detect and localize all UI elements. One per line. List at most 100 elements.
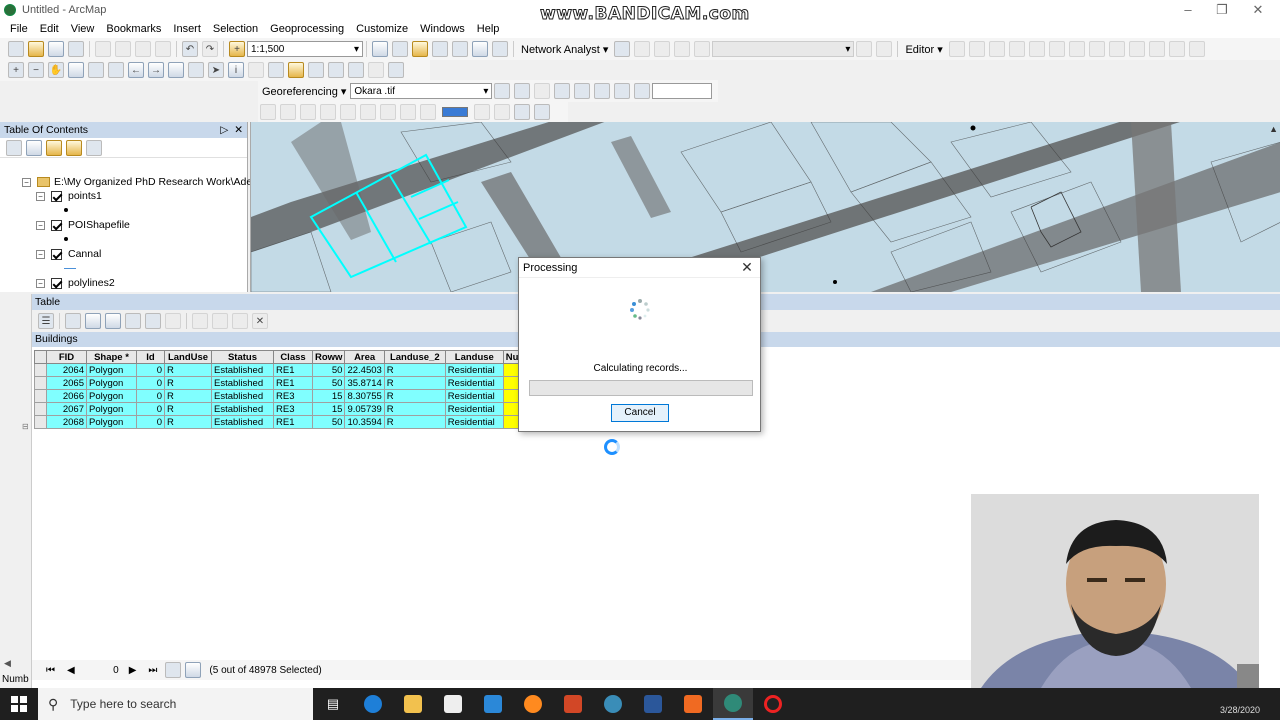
cell-landuse-2[interactable]: R bbox=[383, 389, 446, 403]
network-tool-4-icon[interactable] bbox=[694, 41, 711, 57]
map-scroll-up-icon[interactable]: ▲ bbox=[1269, 124, 1278, 134]
row-selector[interactable] bbox=[34, 415, 47, 429]
add-control-points-icon[interactable] bbox=[494, 83, 511, 99]
start-button[interactable] bbox=[0, 688, 38, 720]
viewer-icon[interactable] bbox=[594, 83, 611, 99]
undo-icon[interactable]: ↶ bbox=[182, 41, 198, 57]
edit-tool-5-icon[interactable] bbox=[1028, 41, 1045, 57]
select-link-icon[interactable] bbox=[534, 83, 551, 99]
delete-selected-icon[interactable] bbox=[165, 313, 181, 329]
raster-layer-combo[interactable]: Okara .tif ▾ bbox=[350, 83, 493, 99]
cancel-button[interactable]: Cancel bbox=[611, 404, 669, 422]
effects-tool-7-icon[interactable] bbox=[380, 104, 396, 120]
pan-icon[interactable]: ✋ bbox=[48, 62, 64, 78]
cell-area[interactable]: 22.4503 bbox=[344, 363, 385, 377]
clear-selection-icon[interactable] bbox=[188, 62, 204, 78]
collapse-icon[interactable]: − bbox=[36, 220, 45, 230]
taskbar-search[interactable]: ⚲ Type here to search bbox=[38, 688, 313, 720]
cell-landuse[interactable]: R bbox=[164, 402, 212, 416]
switch-selection-icon[interactable] bbox=[105, 313, 121, 329]
toc-layer-cannal[interactable]: − Cannal bbox=[36, 248, 101, 260]
select-features-icon[interactable] bbox=[168, 62, 184, 78]
cell-id[interactable]: 0 bbox=[136, 376, 165, 390]
cell-fid[interactable]: 2065 bbox=[46, 376, 87, 390]
minimize-button[interactable]: – bbox=[1176, 2, 1200, 17]
edit-tool-6-icon[interactable] bbox=[1048, 41, 1065, 57]
toc-layer-points1[interactable]: − points1 bbox=[36, 190, 102, 202]
record-index-input[interactable]: 0 bbox=[81, 665, 123, 676]
toc-folder-row[interactable]: − E:\My Organized PhD Research Work\Adee… bbox=[22, 176, 271, 188]
select-elements-icon[interactable]: ➤ bbox=[208, 62, 224, 78]
html-popup-icon[interactable] bbox=[268, 62, 284, 78]
edit-tool-13-icon[interactable] bbox=[1188, 41, 1205, 57]
edit-tool-2-icon[interactable] bbox=[968, 41, 985, 57]
editor-toolbar-icon[interactable] bbox=[372, 41, 388, 57]
table-tool-1-icon[interactable] bbox=[192, 313, 208, 329]
effects-tool-1-icon[interactable] bbox=[260, 104, 276, 120]
edit-tool-8-icon[interactable] bbox=[1088, 41, 1105, 57]
hyperlink-icon[interactable] bbox=[248, 62, 264, 78]
effects-tool-4-icon[interactable] bbox=[320, 104, 336, 120]
col-landuse[interactable]: LandUse bbox=[164, 350, 212, 364]
scroll-left-icon[interactable]: ◀ bbox=[4, 658, 11, 669]
col-landuse-2[interactable]: Landuse_2 bbox=[383, 350, 446, 364]
time-slider-icon[interactable] bbox=[368, 62, 384, 78]
menu-view[interactable]: View bbox=[65, 23, 101, 35]
word-icon[interactable] bbox=[633, 688, 673, 720]
cell-landuse[interactable]: R bbox=[164, 363, 212, 377]
layer-visibility-checkbox[interactable] bbox=[51, 277, 62, 289]
row-selector[interactable] bbox=[34, 402, 47, 416]
list-by-selection-icon[interactable] bbox=[66, 139, 82, 156]
mail-icon[interactable] bbox=[473, 688, 513, 720]
delete-link-icon[interactable] bbox=[574, 83, 591, 99]
next-record-icon[interactable]: ▶ bbox=[123, 665, 143, 676]
cell-id[interactable]: 0 bbox=[136, 389, 165, 403]
cell-shape[interactable]: Polygon bbox=[86, 389, 137, 403]
toc-close-icon[interactable]: ✕ bbox=[234, 124, 243, 136]
collapse-icon[interactable]: − bbox=[36, 191, 45, 201]
network-tool-1-icon[interactable] bbox=[634, 41, 651, 57]
edit-tool-3-icon[interactable] bbox=[988, 41, 1005, 57]
cell-shape[interactable]: Polygon bbox=[86, 402, 137, 416]
print-icon[interactable] bbox=[68, 41, 84, 57]
menu-windows[interactable]: Windows bbox=[414, 23, 471, 35]
table-options-icon[interactable]: ☰ bbox=[38, 313, 54, 329]
arcgis-icon[interactable] bbox=[593, 688, 633, 720]
effects-tool-3-icon[interactable] bbox=[300, 104, 316, 120]
catalog-window-icon[interactable] bbox=[412, 41, 428, 57]
fixed-zoom-in-icon[interactable] bbox=[88, 62, 104, 78]
edit-tool-4-icon[interactable] bbox=[1008, 41, 1025, 57]
network-tool-5-icon[interactable] bbox=[856, 41, 873, 57]
edit-tool-11-icon[interactable] bbox=[1148, 41, 1165, 57]
powerpoint-icon[interactable] bbox=[553, 688, 593, 720]
paste-icon[interactable] bbox=[135, 41, 151, 57]
toc-layer-polylines2[interactable]: − polylines2 bbox=[36, 277, 115, 289]
cell-shape[interactable]: Polygon bbox=[86, 415, 137, 429]
cell-landuse-2[interactable]: R bbox=[383, 415, 446, 429]
app-orange-icon[interactable] bbox=[673, 688, 713, 720]
cell-landuse-text[interactable]: Residential bbox=[444, 415, 504, 429]
edit-tool-9-icon[interactable] bbox=[1108, 41, 1125, 57]
zoom-out-icon[interactable]: − bbox=[28, 62, 44, 78]
table-tool-2-icon[interactable] bbox=[212, 313, 228, 329]
new-document-icon[interactable] bbox=[8, 41, 24, 57]
pin-icon[interactable]: ▷ bbox=[220, 124, 228, 136]
row-selector[interactable] bbox=[34, 363, 47, 377]
find-route-icon[interactable] bbox=[328, 62, 344, 78]
zoom-to-selected-link-icon[interactable] bbox=[554, 83, 571, 99]
cell-landuse-2[interactable]: R bbox=[383, 363, 446, 377]
effects-tool-9-icon[interactable] bbox=[420, 104, 436, 120]
store-icon[interactable] bbox=[433, 688, 473, 720]
cell-landuse-2[interactable]: R bbox=[383, 376, 446, 390]
menu-bookmarks[interactable]: Bookmarks bbox=[100, 23, 167, 35]
cell-class[interactable]: RE1 bbox=[273, 363, 313, 377]
cell-id[interactable]: 0 bbox=[136, 415, 165, 429]
cell-area[interactable]: 8.30755 bbox=[344, 389, 385, 403]
effects-tool-6-icon[interactable] bbox=[360, 104, 376, 120]
network-dataset-combo[interactable]: ▾ bbox=[712, 41, 855, 57]
delete-icon[interactable] bbox=[155, 41, 171, 57]
task-view-icon[interactable]: ▤ bbox=[313, 688, 353, 720]
effects-tool-2-icon[interactable] bbox=[280, 104, 296, 120]
first-record-icon[interactable]: ⏮ bbox=[40, 665, 61, 676]
identify-icon[interactable]: i bbox=[228, 62, 244, 78]
